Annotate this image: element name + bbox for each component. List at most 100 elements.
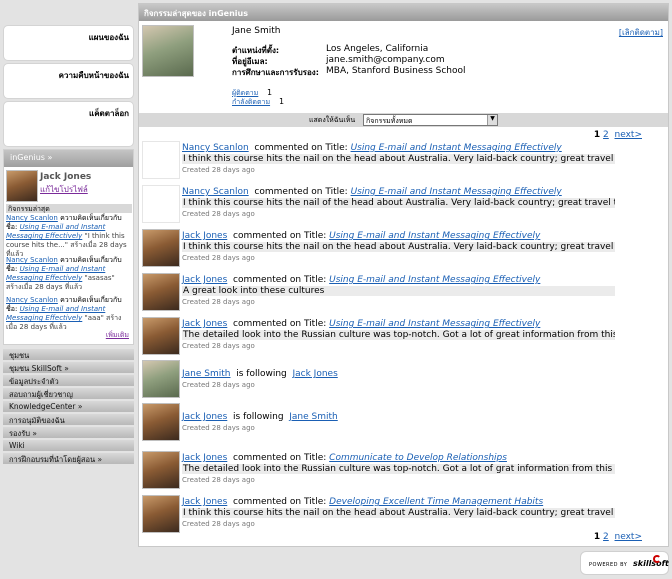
filter-label: แสดงให้ฉันเห็น <box>309 116 356 124</box>
user-avatar <box>142 360 180 398</box>
following-count: 1 <box>279 97 285 106</box>
page-current: 1 <box>593 532 601 542</box>
nav-wiki[interactable]: Wiki <box>3 440 134 451</box>
course-link[interactable]: Developing Excellent Time Management Hab… <box>329 497 543 507</box>
chevron-down-icon: ▼ <box>487 115 497 125</box>
nav-skillsoft-community[interactable]: ชุมชน SkillSoft » <box>3 362 134 373</box>
ingenius-panel: inGenius » Jack Jones แก้ไขโปรไฟล์ กิจกร… <box>3 149 134 345</box>
activity-date: Created 28 days ago <box>182 298 255 306</box>
activity-comment: I think this course hits the nail of the… <box>182 198 615 208</box>
powered-by-text: POWERED BY <box>589 562 628 568</box>
activity-user-link[interactable]: Jane Smith <box>182 369 231 379</box>
nav-ask-expert[interactable]: สอบถามผู้เชี่ยวชาญ <box>3 388 134 399</box>
activity-comment: I think this course hits the nail on the… <box>182 242 615 252</box>
activity-user-link[interactable]: Nancy Scanlon <box>6 256 58 264</box>
nav-instructor-led[interactable]: การฝึกอบรมที่นำโดยผู้สอน » <box>3 453 134 464</box>
activity-user-link[interactable]: Jack Jones <box>182 497 227 507</box>
chevron-icon: » <box>97 455 103 464</box>
user-avatar <box>142 403 180 441</box>
profile-email: jane.smith@company.com <box>326 55 445 65</box>
course-link[interactable]: Using E-mail and Instant Messaging Effec… <box>329 319 540 329</box>
activity-user-link[interactable]: Nancy Scanlon <box>182 187 249 197</box>
activity-comment: A great look into these cultures <box>182 286 615 296</box>
course-link[interactable]: Using E-mail and Instant Messaging Effec… <box>329 275 540 285</box>
page-2-link[interactable]: 2 <box>603 130 609 140</box>
nav-my-approvals[interactable]: การอนุมัติของฉัน <box>3 414 134 425</box>
activity-date: Created 28 days ago <box>182 424 255 432</box>
activity-user-link[interactable]: Nancy Scanlon <box>6 214 58 222</box>
course-link[interactable]: Using E-mail and Instant Messaging Effec… <box>351 143 562 153</box>
user-name: Jack Jones <box>40 172 92 182</box>
nav-community[interactable]: ชุมชน <box>3 349 134 360</box>
recent-activity-item: Nancy Scanlon ความคิดเห็นเกี่ยวกับชื่อ: … <box>6 214 127 258</box>
my-plan-label[interactable]: แผนของฉัน <box>89 31 129 44</box>
profile-education: MBA, Stanford Business School <box>326 66 466 76</box>
following-link[interactable]: กำลังติดตาม <box>232 97 270 108</box>
activity-date: Created 28 days ago <box>182 166 255 174</box>
user-avatar <box>142 273 180 311</box>
activity-user-link[interactable]: Nancy Scanlon <box>182 143 249 153</box>
next-link[interactable]: next> <box>615 532 642 542</box>
recent-activity-label: กิจกรรมล่าสุด <box>6 204 132 213</box>
ingenius-title: inGenius <box>10 153 45 162</box>
activity-comment: The detailed look into the Russian cultu… <box>182 464 615 474</box>
user-avatar-placeholder <box>142 185 180 223</box>
unfollow-link[interactable]: [เลิกติดตาม] <box>619 26 663 39</box>
activity-comment: I think this course hits the nail on the… <box>182 154 615 164</box>
my-plan-box[interactable]: แผนของฉัน <box>3 25 134 61</box>
followed-user-link[interactable]: Jane Smith <box>289 412 338 422</box>
powered-by-badge: POWERED BY skillsoft <box>580 551 669 575</box>
course-link[interactable]: Using E-mail and Instant Messaging Effec… <box>351 187 562 197</box>
profile-location: Los Angeles, California <box>326 44 429 54</box>
filter-bar: แสดงให้ฉันเห็น กิจกรรมทั้งหมด ▼ <box>139 113 668 127</box>
activity-comment: I think this course hits the nail on the… <box>182 508 615 518</box>
activity-date: Created 28 days ago <box>182 520 255 528</box>
activity-date: Created 28 days ago <box>182 381 255 389</box>
activity-user-link[interactable]: Jack Jones <box>182 319 227 329</box>
nav-knowledgecenter[interactable]: KnowledgeCenter » <box>3 401 134 412</box>
page-current: 1 <box>593 130 601 140</box>
user-avatar <box>6 170 38 202</box>
profile-photo <box>142 25 194 77</box>
nav-profile[interactable]: ข้อมูลประจำตัว <box>3 375 134 386</box>
main-panel: กิจกรรมล่าสุดของ inGenius Jane Smith [เล… <box>138 3 669 547</box>
more-link[interactable]: เพิ่มเติม <box>106 330 129 341</box>
recent-activity-item: Nancy Scanlon ความคิดเห็นเกี่ยวกับชื่อ: … <box>6 256 122 291</box>
page-2-link[interactable]: 2 <box>603 532 609 542</box>
pagination-bottom: 1 2 next> <box>594 532 642 542</box>
activity-date: Created 28 days ago <box>182 342 255 350</box>
followers-count: 1 <box>267 88 273 97</box>
next-link[interactable]: next> <box>615 130 642 140</box>
user-avatar <box>142 317 180 355</box>
chevron-icon: » <box>77 402 83 411</box>
catalog-box[interactable]: แค็ตตาล็อก <box>3 101 134 147</box>
activity-user-link[interactable]: Jack Jones <box>182 231 227 241</box>
pagination-top: 1 2 next> <box>594 130 642 140</box>
course-link[interactable]: Communicate to Develop Relationships <box>329 453 507 463</box>
skillsoft-logo: skillsoft <box>633 559 669 568</box>
user-avatar <box>142 229 180 267</box>
nav-support[interactable]: รองรับ » <box>3 427 134 438</box>
user-avatar <box>142 495 180 533</box>
activity-user-link[interactable]: Jack Jones <box>182 412 227 422</box>
edit-profile-link[interactable]: แก้ไขโปรไฟล์ <box>40 183 88 196</box>
activity-user-link[interactable]: Jack Jones <box>182 275 227 285</box>
recent-activity-item: Nancy Scanlon ความคิดเห็นเกี่ยวกับชื่อ: … <box>6 296 122 331</box>
profile-name: Jane Smith <box>232 26 281 36</box>
profile-field-label: การศึกษาและการรับรอง: <box>232 68 319 77</box>
chevron-down-icon: » <box>47 153 53 162</box>
catalog-label[interactable]: แค็ตตาล็อก <box>89 107 129 120</box>
activity-date: Created 28 days ago <box>182 476 255 484</box>
activity-date: Created 28 days ago <box>182 210 255 218</box>
chevron-icon: » <box>64 364 69 373</box>
logo-swoosh-icon <box>653 555 661 563</box>
ingenius-header[interactable]: inGenius » <box>4 150 133 167</box>
filter-select[interactable]: กิจกรรมทั้งหมด ▼ <box>363 114 498 126</box>
my-progress-box[interactable]: ความคืบหน้าของฉัน <box>3 63 134 99</box>
my-progress-label[interactable]: ความคืบหน้าของฉัน <box>59 69 129 82</box>
followed-user-link[interactable]: Jack Jones <box>292 369 337 379</box>
course-link[interactable]: Using E-mail and Instant Messaging Effec… <box>329 231 540 241</box>
activity-comment: The detailed look into the Russian cultu… <box>182 330 615 340</box>
activity-user-link[interactable]: Nancy Scanlon <box>6 296 58 304</box>
activity-user-link[interactable]: Jack Jones <box>182 453 227 463</box>
